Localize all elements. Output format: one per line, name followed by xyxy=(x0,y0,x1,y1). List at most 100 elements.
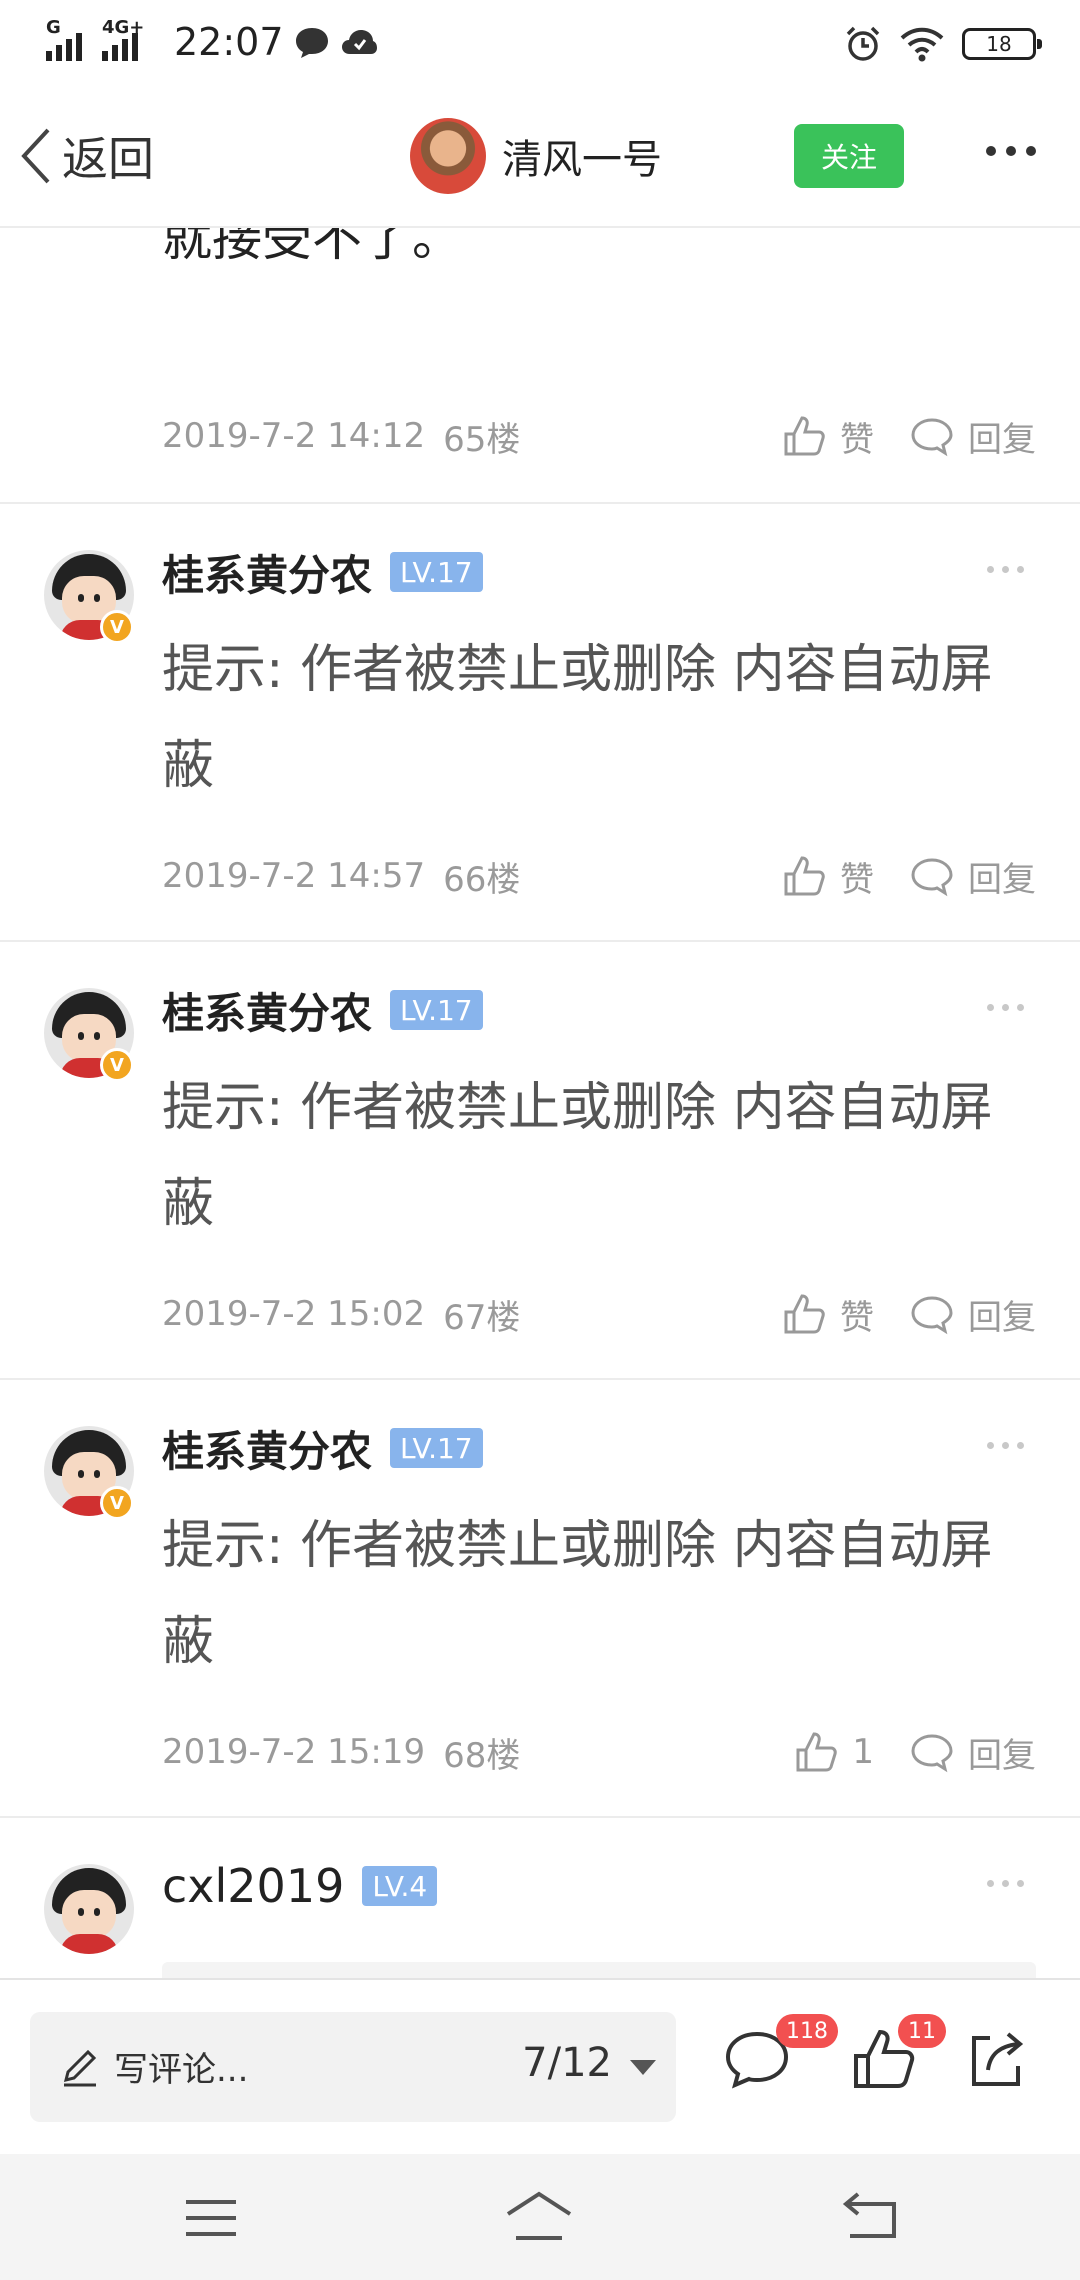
comment-item: V 桂系黄分农 LV.17 提示: 作者被禁止或删除 内容自动屏蔽 2019-7… xyxy=(0,942,1080,1380)
floor-number: 68楼 xyxy=(443,1735,521,1776)
back-label: 返回 xyxy=(62,132,154,186)
page-indicator[interactable]: 7/12 xyxy=(522,2040,612,2086)
follow-label: 关注 xyxy=(820,141,877,174)
previous-comment: 就接受不了。 2019-7-2 14:12 65楼 赞 回复 xyxy=(0,228,1080,504)
status-right: 18 xyxy=(844,22,1042,66)
comment-actions: 1 回复 xyxy=(794,1726,1036,1778)
level-badge: LV.4 xyxy=(362,1866,438,1906)
username[interactable]: 桂系黄分农 xyxy=(162,980,372,1041)
floor-number: 65楼 xyxy=(443,419,521,460)
comment-time: 2019-7-2 14:57 xyxy=(162,856,426,896)
level-badge: LV.17 xyxy=(390,1428,483,1468)
username[interactable]: cxl2019 xyxy=(162,1859,344,1913)
reply-button[interactable]: 回复 xyxy=(910,1290,1036,1339)
menu-icon[interactable] xyxy=(176,2188,246,2248)
comment-placeholder: 写评论... xyxy=(114,2050,249,2090)
more-options-icon[interactable] xyxy=(986,146,1036,156)
comment-text: 提示: 作者被禁止或删除 内容自动屏蔽 xyxy=(162,1516,993,1672)
comment-item: V 桂系黄分农 LV.17 提示: 作者被禁止或删除 内容自动屏蔽 2019-7… xyxy=(0,504,1080,942)
verified-badge-icon: V xyxy=(100,1048,134,1082)
chevron-left-icon xyxy=(21,128,50,184)
reply-bubble-icon xyxy=(911,1296,953,1335)
thumbs-up-icon xyxy=(784,856,825,896)
author-name[interactable]: 清风一号 xyxy=(502,127,662,185)
comment-header: 桂系黄分农 LV.17 xyxy=(162,1418,483,1478)
comment-text: 就接受不了。 xyxy=(162,228,462,267)
verified-badge-icon: V xyxy=(100,1486,134,1520)
comment-meta: 2019-7-2 15:19 68楼 xyxy=(162,1726,520,1778)
battery-level: 18 xyxy=(986,32,1012,56)
reply-label: 回复 xyxy=(968,1735,1036,1776)
username[interactable]: 桂系黄分农 xyxy=(162,542,372,603)
cloud-icon xyxy=(341,30,377,54)
clock: 22:07 xyxy=(174,20,284,64)
level-badge: LV.17 xyxy=(390,552,483,592)
comment-actions: 赞 回复 xyxy=(782,410,1036,462)
author-info[interactable]: 清风一号 xyxy=(410,114,662,198)
comment-actions: 赞 回复 xyxy=(782,1288,1036,1340)
comment-text: 提示: 作者被禁止或删除 内容自动屏蔽 xyxy=(162,640,993,796)
like-label: 赞 xyxy=(840,419,874,460)
reply-label: 回复 xyxy=(968,419,1036,460)
follow-button[interactable]: 关注 xyxy=(794,124,904,188)
comment-more-icon[interactable] xyxy=(987,566,1024,573)
floor-number: 67楼 xyxy=(443,1297,521,1338)
comment-header: 桂系黄分农 LV.17 xyxy=(162,542,483,602)
reply-button[interactable]: 回复 xyxy=(910,852,1036,901)
user-avatar[interactable] xyxy=(44,1864,134,1954)
comment-meta: 2019-7-2 14:12 65楼 xyxy=(162,410,520,462)
top-nav-bar: 返回 清风一号 关注 xyxy=(0,84,1080,228)
comment-time: 2019-7-2 15:19 xyxy=(162,1732,426,1772)
thumbs-up-icon xyxy=(784,1294,825,1334)
like-label: 赞 xyxy=(840,1297,874,1338)
thumbs-up-icon xyxy=(784,416,825,456)
system-nav-bar xyxy=(0,2154,1080,2280)
reply-label: 回复 xyxy=(968,859,1036,900)
reply-button[interactable]: 回复 xyxy=(910,1728,1036,1777)
comment-time: 2019-7-2 15:02 xyxy=(162,1294,426,1334)
comment-count-badge: 118 xyxy=(776,2014,838,2048)
comment-time: 2019-7-2 14:12 xyxy=(162,416,426,456)
thumbs-up-icon xyxy=(796,1732,838,1772)
reply-bubble-icon xyxy=(911,418,953,457)
dropdown-triangle-icon[interactable] xyxy=(630,2060,656,2075)
like-count-badge: 11 xyxy=(898,2014,946,2048)
quoted-reply xyxy=(162,1962,1036,1978)
comment-list[interactable]: 就接受不了。 2019-7-2 14:12 65楼 赞 回复 V 桂系黄分农 L… xyxy=(0,228,1080,1978)
comment-more-icon[interactable] xyxy=(987,1880,1024,1887)
status-bar: G 4G+ 22:07 18 xyxy=(0,0,1080,84)
comment-more-icon[interactable] xyxy=(987,1004,1024,1011)
username[interactable]: 桂系黄分农 xyxy=(162,1418,372,1479)
like-label: 赞 xyxy=(840,859,874,900)
like-button[interactable]: 赞 xyxy=(782,412,874,461)
share-icon[interactable] xyxy=(960,2022,1034,2096)
wifi-icon xyxy=(900,27,944,62)
battery-icon: 18 xyxy=(962,28,1042,60)
comment-header: 桂系黄分农 LV.17 xyxy=(162,980,483,1040)
alarm-icon xyxy=(846,26,880,61)
reply-bubble-icon xyxy=(911,1734,953,1773)
reply-button[interactable]: 回复 xyxy=(910,412,1036,461)
status-left: G 4G+ 22:07 xyxy=(46,17,378,66)
floor-number: 66楼 xyxy=(443,859,521,900)
comment-text: 提示: 作者被禁止或删除 内容自动屏蔽 xyxy=(162,1078,993,1234)
like-button[interactable]: 1 xyxy=(794,1730,874,1774)
bottom-action-bar: 写评论... 7/12 118 11 xyxy=(0,1978,1080,2154)
back-button[interactable]: 返回 xyxy=(18,120,154,192)
like-button[interactable]: 赞 xyxy=(782,1290,874,1339)
comment-header: cxl2019 LV.4 xyxy=(162,1856,438,1916)
back-icon[interactable] xyxy=(836,2188,906,2248)
author-avatar[interactable] xyxy=(410,118,486,194)
reply-label: 回复 xyxy=(968,1297,1036,1338)
verified-badge-icon: V xyxy=(100,610,134,644)
comment-more-icon[interactable] xyxy=(987,1442,1024,1449)
signal-icon: G xyxy=(46,17,92,63)
comment-meta: 2019-7-2 14:57 66楼 xyxy=(162,850,520,902)
like-count: 1 xyxy=(852,1732,874,1772)
comment-input[interactable]: 写评论... 7/12 xyxy=(30,2012,676,2122)
level-badge: LV.17 xyxy=(390,990,483,1030)
pencil-icon xyxy=(63,2049,97,2087)
home-icon[interactable] xyxy=(504,2188,574,2248)
like-button[interactable]: 赞 xyxy=(782,852,874,901)
comment-meta: 2019-7-2 15:02 67楼 xyxy=(162,1288,520,1340)
